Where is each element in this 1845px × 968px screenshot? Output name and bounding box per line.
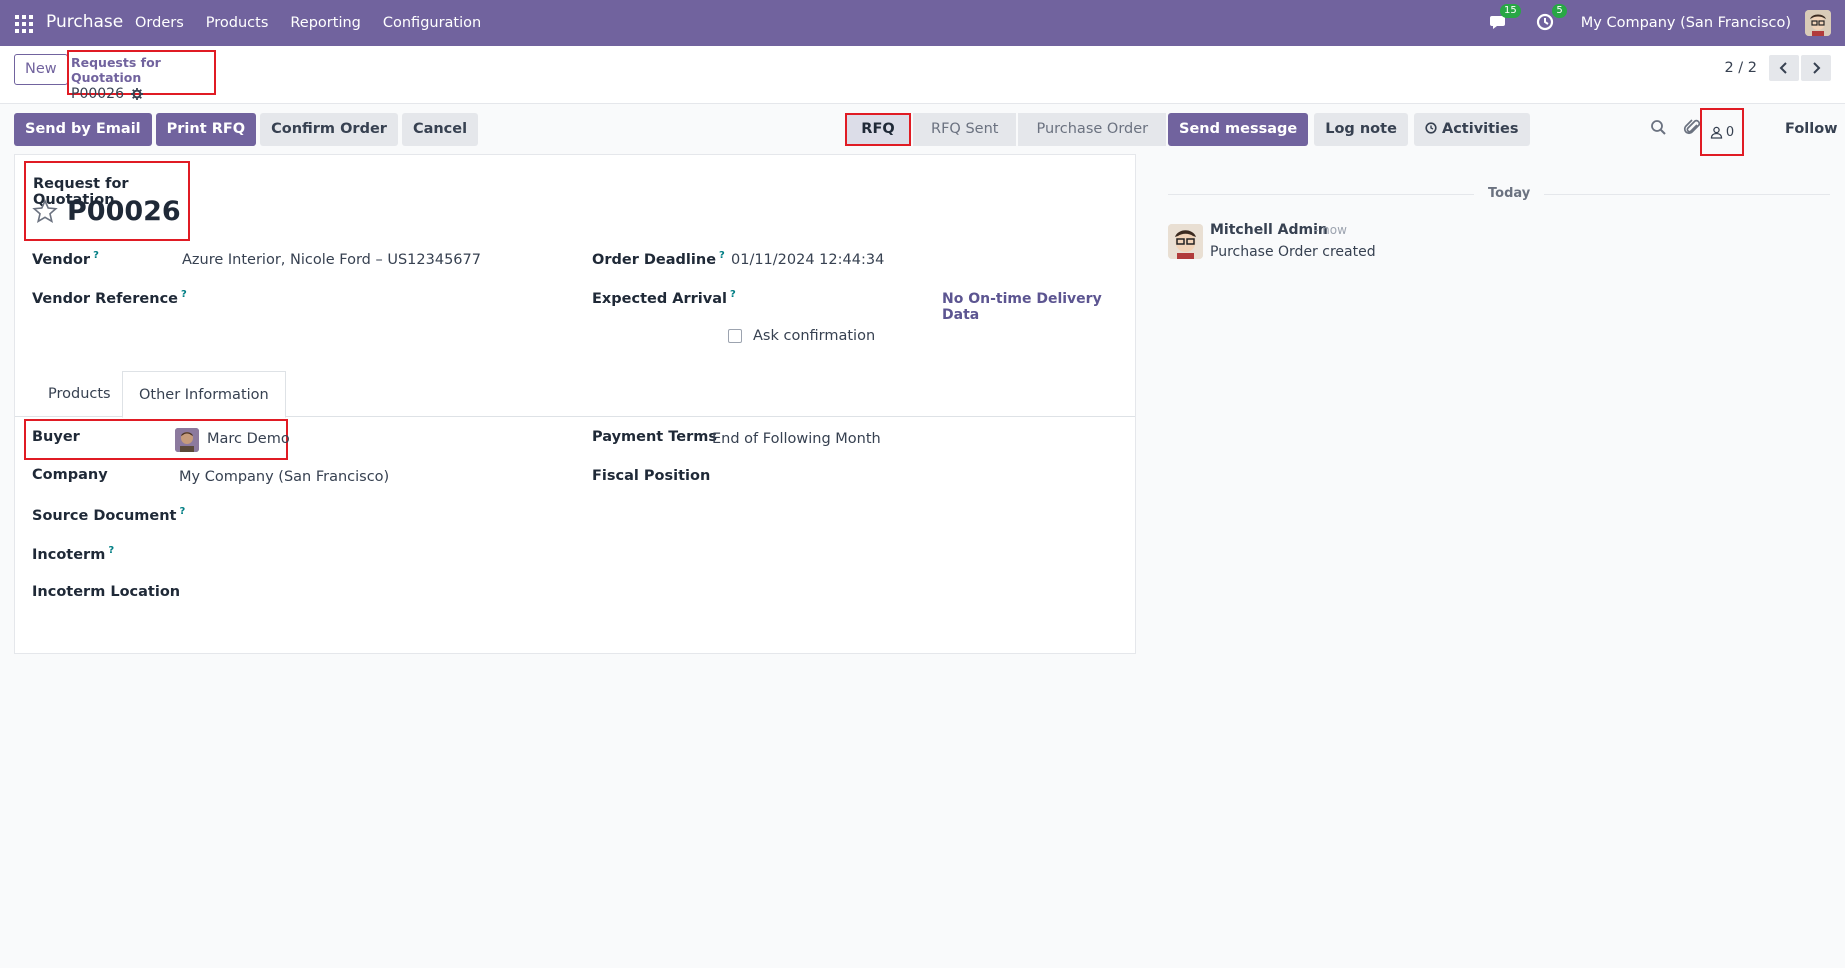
menu-reporting[interactable]: Reporting <box>290 15 361 31</box>
stage-purchase-order[interactable]: Purchase Order <box>1016 113 1167 146</box>
form-sheet: Request for Quotation P00026 Vendor? Azu… <box>14 154 1136 654</box>
vendor-reference-label-text: Vendor Reference <box>32 290 179 307</box>
messages-button[interactable]: 15 <box>1489 4 1521 34</box>
incoterm-location-label: Incoterm Location <box>32 584 181 600</box>
breadcrumb: Requests for Quotation P00026 <box>67 50 216 102</box>
app-name[interactable]: Purchase <box>46 12 123 32</box>
buyer-avatar <box>175 428 199 452</box>
breadcrumb-parent-link[interactable]: Requests for Quotation <box>71 55 212 85</box>
menu-configuration[interactable]: Configuration <box>383 15 481 31</box>
breadcrumb-current-label: P00026 <box>71 86 124 102</box>
ask-confirmation-label: Ask confirmation <box>753 328 876 344</box>
vendor-field[interactable]: Azure Interior, Nicole Ford – US12345677 <box>182 252 481 268</box>
order-deadline-field[interactable]: 01/11/2024 12:44:34 <box>731 252 884 268</box>
help-icon[interactable]: ? <box>719 250 725 261</box>
chevron-left-icon <box>1779 62 1787 74</box>
buyer-field[interactable]: Marc Demo <box>207 431 290 447</box>
pager-previous-button[interactable] <box>1769 55 1799 81</box>
message-body: Purchase Order created <box>1210 244 1376 260</box>
chatter-topbar: Send message Log note Activities <box>1168 113 1530 146</box>
messages-badge: 15 <box>1500 4 1521 18</box>
fiscal-position-label: Fiscal Position <box>592 468 711 484</box>
log-note-button[interactable]: Log note <box>1314 113 1408 146</box>
gear-icon[interactable] <box>130 88 143 100</box>
message-author-avatar[interactable] <box>1168 224 1203 259</box>
message-author[interactable]: Mitchell Admin <box>1210 222 1328 238</box>
incoterm-label-text: Incoterm <box>32 546 106 563</box>
expected-arrival-label-text: Expected Arrival <box>592 290 727 307</box>
activities-button[interactable]: 5 <box>1535 4 1567 34</box>
company-field[interactable]: My Company (San Francisco) <box>179 469 389 485</box>
search-icon[interactable] <box>1648 117 1670 139</box>
record-number: P00026 <box>67 196 181 227</box>
confirm-order-button[interactable]: Confirm Order <box>260 113 398 146</box>
record-pager: 2 / 2 <box>1724 55 1831 81</box>
main-menu: Orders Products Reporting Configuration <box>135 15 503 31</box>
help-icon[interactable]: ? <box>93 250 99 261</box>
tab-other-information[interactable]: Other Information <box>122 371 286 418</box>
clock-icon <box>1425 122 1437 134</box>
help-icon[interactable]: ? <box>108 545 114 556</box>
buyer-label: Buyer <box>32 429 80 445</box>
menu-products[interactable]: Products <box>206 15 269 31</box>
print-rfq-button[interactable]: Print RFQ <box>155 113 257 146</box>
navbar-systray: 15 5 My Company (San Francisco) <box>1489 0 1845 46</box>
payment-terms-field[interactable]: End of Following Month <box>712 431 881 447</box>
followers-button[interactable]: 0 <box>1700 108 1744 156</box>
ontime-delivery-info: No On-time Delivery Data <box>942 291 1102 323</box>
send-message-button[interactable]: Send message <box>1168 113 1309 146</box>
activities-badge: 5 <box>1552 4 1567 18</box>
top-navbar: Purchase Orders Products Reporting Confi… <box>0 0 1845 46</box>
vendor-reference-label: Vendor Reference? <box>32 289 187 307</box>
activities-label: Activities <box>1441 121 1519 137</box>
expected-arrival-label: Expected Arrival? <box>592 289 736 307</box>
chevron-right-icon <box>1813 62 1821 74</box>
user-avatar[interactable] <box>1805 10 1831 36</box>
notebook-tabs: Products Other Information <box>15 371 1135 418</box>
new-button[interactable]: New <box>14 54 68 85</box>
author-avatar-icon <box>1168 224 1203 259</box>
message-time: - now <box>1314 223 1347 237</box>
ask-confirmation-checkbox[interactable] <box>728 329 742 343</box>
buyer-avatar-icon <box>175 428 199 452</box>
stage-rfq-sent[interactable]: RFQ Sent <box>911 113 1017 146</box>
menu-orders[interactable]: Orders <box>135 15 184 31</box>
record-title: Request for Quotation P00026 <box>24 161 190 241</box>
clock-icon <box>1536 13 1553 31</box>
vendor-label: Vendor? <box>32 250 99 268</box>
company-switcher[interactable]: My Company (San Francisco) <box>1581 15 1791 31</box>
pager-value[interactable]: 2 / 2 <box>1724 60 1757 76</box>
star-icon[interactable] <box>32 199 58 225</box>
control-panel: New Requests for Quotation P00026 2 / 2 <box>0 46 1845 104</box>
help-icon[interactable]: ? <box>730 289 736 300</box>
form-action-buttons: Send by Email Print RFQ Confirm Order Ca… <box>14 113 479 146</box>
pager-next-button[interactable] <box>1801 55 1831 81</box>
company-label: Company <box>32 467 108 483</box>
breadcrumb-current: P00026 <box>71 86 212 102</box>
help-icon[interactable]: ? <box>179 506 185 517</box>
order-deadline-label-text: Order Deadline <box>592 251 717 268</box>
payment-terms-label: Payment Terms <box>592 429 717 445</box>
follow-button[interactable]: Follow <box>1785 121 1838 137</box>
vendor-label-text: Vendor <box>32 251 91 268</box>
user-avatar-icon <box>1805 10 1831 36</box>
source-document-label-text: Source Document <box>32 507 177 524</box>
help-icon[interactable]: ? <box>181 289 187 300</box>
status-bar: RFQ RFQ Sent Purchase Order <box>845 113 1167 146</box>
tab-products[interactable]: Products <box>32 371 127 417</box>
user-icon <box>1710 126 1723 139</box>
source-document-label: Source Document? <box>32 506 185 524</box>
send-by-email-button[interactable]: Send by Email <box>14 113 152 146</box>
followers-count: 0 <box>1725 124 1735 140</box>
date-separator-label: Today <box>1474 186 1545 201</box>
apps-grid-icon[interactable] <box>15 15 33 33</box>
cancel-button[interactable]: Cancel <box>401 113 479 146</box>
stage-rfq[interactable]: RFQ <box>845 113 911 146</box>
activities-button[interactable]: Activities <box>1413 113 1530 146</box>
order-deadline-label: Order Deadline? <box>592 250 725 268</box>
incoterm-label: Incoterm? <box>32 545 114 563</box>
